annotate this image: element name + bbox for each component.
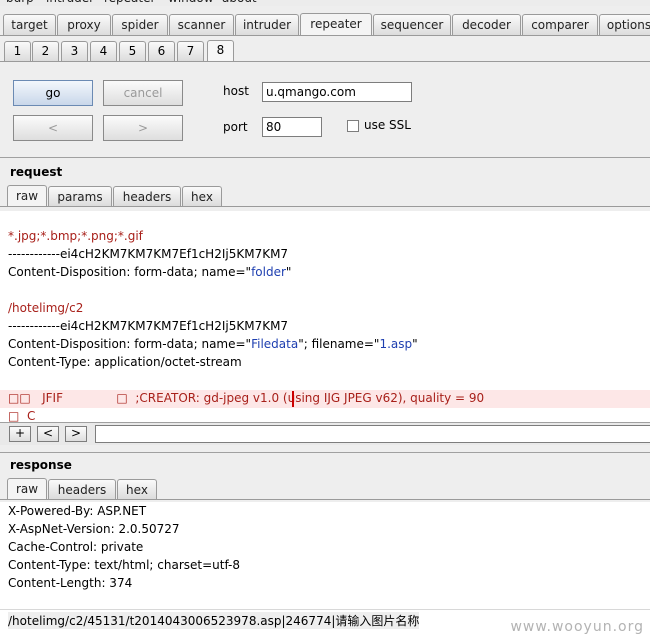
response-tabs-border <box>0 499 650 500</box>
response-title: response <box>10 458 72 472</box>
use-ssl-checkbox[interactable] <box>347 120 359 132</box>
request-line: □ C <box>8 409 36 422</box>
request-line: □□ JFIF □ ;CREATOR: gd-jpeg v1.0 (using … <box>8 391 485 405</box>
repeater-tabs-border <box>0 61 650 62</box>
tab-sequencer[interactable]: sequencer <box>373 14 451 35</box>
repeater-tab-2[interactable]: 2 <box>32 41 59 61</box>
response-line: X-Powered-By: ASP.NET <box>8 504 147 518</box>
divider <box>0 157 650 158</box>
request-tabs-border <box>0 206 650 207</box>
response-view-tabs: raw headers hex <box>0 478 650 500</box>
tool-tabs: target proxy spider scanner intruder rep… <box>0 13 650 36</box>
menu-burp[interactable]: burp <box>6 0 34 5</box>
tab-target[interactable]: target <box>3 14 56 35</box>
repeater-tab-8[interactable]: 8 <box>207 40 234 62</box>
body-separator <box>0 609 650 610</box>
request-tab-raw[interactable]: raw <box>7 185 47 206</box>
request-tab-params[interactable]: params <box>48 186 112 206</box>
request-line: ------------ei4cH2KM7KM7KM7Ef1cH2Ij5KM7K… <box>8 247 289 261</box>
request-toolbar: + < > <box>0 422 650 445</box>
repeater-tab-3[interactable]: 3 <box>61 41 88 61</box>
response-line: Cache-Control: private <box>8 540 144 554</box>
tab-comparer[interactable]: comparer <box>522 14 598 35</box>
back-button[interactable]: < <box>13 115 93 141</box>
search-input[interactable] <box>95 425 650 443</box>
response-tab-hex[interactable]: hex <box>117 479 157 499</box>
request-editor[interactable]: *.jpg;*.bmp;*.png;*.gif ------------ei4c… <box>0 211 650 422</box>
repeater-tab-6[interactable]: 6 <box>148 41 175 61</box>
tab-intruder[interactable]: intruder <box>235 14 299 35</box>
response-line: Content-Length: 374 <box>8 576 133 590</box>
request-line: Content-Disposition: form-data; name="Fi… <box>8 337 418 351</box>
add-button[interactable]: + <box>9 426 31 442</box>
text-cursor <box>292 391 294 407</box>
menu-bar: burp intruder repeater window about <box>0 0 650 6</box>
host-label: host <box>223 84 249 98</box>
request-line: ------------ei4cH2KM7KM7KM7Ef1cH2Ij5KM7K… <box>8 319 289 333</box>
forward-button[interactable]: > <box>103 115 183 141</box>
port-input[interactable]: 80 <box>262 117 322 137</box>
repeater-tab-4[interactable]: 4 <box>90 41 117 61</box>
tool-tabs-border <box>0 35 650 36</box>
host-input[interactable]: u.qmango.com <box>262 82 412 102</box>
tab-decoder[interactable]: decoder <box>452 14 521 35</box>
request-line: *.jpg;*.bmp;*.png;*.gif <box>8 229 143 243</box>
menu-intruder[interactable]: intruder <box>46 0 94 5</box>
tab-repeater[interactable]: repeater <box>300 13 372 36</box>
response-tab-raw[interactable]: raw <box>7 478 47 499</box>
request-line: Content-Type: application/octet-stream <box>8 355 242 369</box>
go-button[interactable]: go <box>13 80 93 106</box>
use-ssl-label: use SSL <box>364 118 411 132</box>
response-editor[interactable]: X-Powered-By: ASP.NET X-AspNet-Version: … <box>0 502 650 637</box>
response-body-line: /hotelimg/c2/45131/t2014043006523978.asp… <box>8 612 420 629</box>
request-tab-headers[interactable]: headers <box>113 186 181 206</box>
menu-window[interactable]: window <box>168 0 214 5</box>
repeater-tab-7[interactable]: 7 <box>177 41 204 61</box>
port-label: port <box>223 120 248 134</box>
menu-repeater[interactable]: repeater <box>104 0 155 5</box>
response-line: X-AspNet-Version: 2.0.50727 <box>8 522 180 536</box>
request-title: request <box>10 165 63 179</box>
response-tab-headers[interactable]: headers <box>48 479 116 499</box>
tab-options[interactable]: options <box>599 14 650 35</box>
next-button[interactable]: > <box>65 426 87 442</box>
repeater-tab-1[interactable]: 1 <box>4 41 31 61</box>
menu-about[interactable]: about <box>222 0 257 5</box>
divider <box>0 452 650 453</box>
request-line: Content-Disposition: form-data; name="fo… <box>8 265 292 279</box>
request-view-tabs: raw params headers hex <box>0 185 650 207</box>
repeater-tab-5[interactable]: 5 <box>119 41 146 61</box>
tab-scanner[interactable]: scanner <box>169 14 234 35</box>
response-line: Content-Type: text/html; charset=utf-8 <box>8 558 241 572</box>
request-line: /hotelimg/c2 <box>8 301 84 315</box>
watermark: www.wooyun.org <box>510 619 644 635</box>
previous-button[interactable]: < <box>37 426 59 442</box>
repeater-tabs: 1 2 3 4 5 6 7 8 <box>0 40 250 63</box>
tab-proxy[interactable]: proxy <box>57 14 111 35</box>
tab-spider[interactable]: spider <box>112 14 168 35</box>
cancel-button[interactable]: cancel <box>103 80 183 106</box>
request-tab-hex[interactable]: hex <box>182 186 222 206</box>
